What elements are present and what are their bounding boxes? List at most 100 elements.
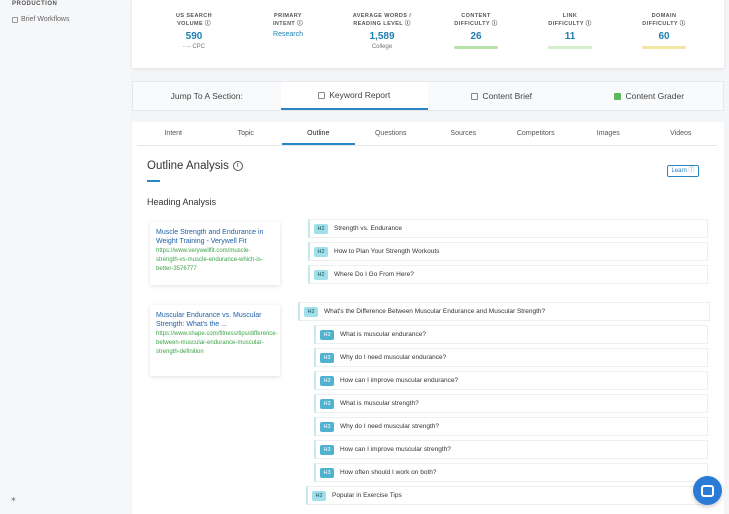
stat-domain-difficulty: DOMAIN DIFFICULTY ⓘ 60 [619, 12, 709, 49]
stat-label: DIFFICULTY ⓘ [642, 21, 686, 27]
heading-text: How can I improve muscular endurance? [340, 377, 459, 384]
tab-label: Keyword Report [329, 90, 391, 100]
stat-label: AVERAGE WORDS / [352, 13, 412, 19]
page-title: Outline Analysis i [147, 160, 243, 172]
heading-text: What's the Difference Between Muscular E… [324, 308, 546, 315]
pencil-icon [471, 92, 479, 100]
source-card[interactable]: Muscle Strength and Endurance in Weight … [150, 222, 280, 285]
title-underline [147, 180, 160, 182]
stat-label: CONTENT [461, 13, 491, 19]
chat-icon [701, 484, 714, 497]
stat-average-words: AVERAGE WORDS / READING LEVEL ⓘ 1,589 Co… [337, 12, 427, 50]
heading-level-badge: H2 [314, 246, 328, 257]
learn-button[interactable]: Learn ⓘ [667, 165, 699, 177]
heading-row: H2 How to Plan Your Strength Workouts [308, 242, 708, 261]
info-icon: ⓘ [585, 21, 592, 27]
heading-row: H3 What is muscular endurance? [314, 325, 708, 344]
source-card[interactable]: Muscular Endurance vs. Muscular Strength… [150, 305, 280, 376]
stat-content-difficulty: CONTENT DIFFICULTY ⓘ 26 [431, 12, 521, 49]
heading-text: Strength vs. Endurance [334, 225, 402, 232]
source-url[interactable]: https://www.shape.com/fitness/tips/diffe… [156, 330, 278, 357]
heading-level-badge: H3 [320, 375, 334, 386]
tab-keyword-report[interactable]: Keyword Report [280, 82, 428, 110]
stat-label: DIFFICULTY ⓘ [548, 21, 592, 27]
stat-value: 1,589 [369, 31, 395, 42]
difficulty-bar [548, 46, 592, 49]
heading-row: H2 What's the Difference Between Muscula… [298, 302, 710, 321]
heading-row: H3 How often should I work on both? [314, 463, 708, 482]
heading-level-badge: H2 [312, 490, 326, 501]
title-text: Outline Analysis [147, 160, 229, 172]
heading-row: H2 Where Do I Go From Here? [308, 265, 708, 284]
tab-sources[interactable]: Sources [427, 124, 500, 145]
tab-content-grader[interactable]: Content Grader [576, 82, 724, 110]
heading-level-badge: H2 [304, 306, 318, 317]
jump-to-section-bar: Jump To A Section: Keyword Report Conten… [132, 81, 724, 111]
stat-label: PRIMARY [274, 13, 302, 19]
tab-images[interactable]: Images [572, 124, 645, 145]
info-icon: ⓘ [204, 21, 211, 27]
source-title[interactable]: Muscle Strength and Endurance in Weight … [156, 228, 274, 246]
heading-text: Why do I need muscular strength? [340, 423, 439, 430]
heading-row: H3 What is muscular strength? [314, 394, 708, 413]
stat-primary-intent: PRIMARY INTENT ⓘ Research [243, 12, 333, 38]
heading-text: Why do I need muscular endurance? [340, 354, 447, 361]
stat-value[interactable]: Research [243, 31, 333, 38]
stat-label: DOMAIN [651, 13, 677, 19]
outline-panel: Intent Topic Outline Questions Sources C… [132, 122, 724, 514]
sidebar: PRODUCTION Brief Workflows ✶ [0, 0, 130, 514]
gear-icon[interactable]: ✶ [10, 495, 17, 504]
jump-label: Jump To A Section: [170, 91, 243, 101]
heading-text: How to Plan Your Strength Workouts [334, 248, 440, 255]
stat-label: VOLUME ⓘ [177, 21, 211, 27]
check-icon [614, 92, 622, 100]
tab-competitors[interactable]: Competitors [500, 124, 573, 145]
info-icon: ⓘ [491, 21, 498, 27]
chat-support-button[interactable] [693, 476, 722, 505]
heading-text: How can I improve muscular strength? [340, 446, 451, 453]
keyword-stats: US SEARCH VOLUME ⓘ 590 - -- CPC PRIMARY … [132, 0, 724, 68]
sidebar-section-title: PRODUCTION [12, 1, 58, 7]
heading-text: Popular in Exercise Tips [332, 492, 402, 499]
report-icon [318, 91, 326, 99]
heading-level-badge: H3 [320, 421, 334, 432]
stat-link-difficulty: LINK DIFFICULTY ⓘ 11 [525, 12, 615, 49]
stat-sub: College [371, 44, 393, 50]
heading-text: What is muscular endurance? [340, 331, 426, 338]
heading-level-badge: H2 [314, 223, 328, 234]
tab-intent[interactable]: Intent [137, 124, 210, 145]
tab-topic[interactable]: Topic [210, 124, 283, 145]
heading-row: H3 Why do I need muscular strength? [314, 417, 708, 436]
heading-level-badge: H3 [320, 329, 334, 340]
stat-label: LINK [562, 13, 578, 19]
tab-questions[interactable]: Questions [355, 124, 428, 145]
source-url[interactable]: https://www.verywellfit.com/muscle-stren… [156, 247, 274, 274]
heading-text: How often should I work on both? [340, 469, 437, 476]
heading-row: H3 How can I improve muscular strength? [314, 440, 708, 459]
source-title[interactable]: Muscular Endurance vs. Muscular Strength… [156, 311, 274, 329]
tab-videos[interactable]: Videos [645, 124, 718, 145]
info-icon: ⓘ [404, 21, 411, 27]
tab-content-brief[interactable]: Content Brief [428, 82, 576, 110]
sidebar-item-label: Brief Workflows [21, 16, 70, 23]
stat-label: DIFFICULTY ⓘ [454, 21, 498, 27]
stat-sub: - -- CPC [183, 44, 205, 50]
tab-label: Content Brief [482, 91, 533, 101]
heading-level-badge: H3 [320, 352, 334, 363]
heading-row: H3 Why do I need muscular endurance? [314, 348, 708, 367]
stat-value: 11 [564, 31, 576, 42]
report-tabs: Intent Topic Outline Questions Sources C… [137, 124, 717, 146]
heading-text: Where Do I Go From Here? [334, 271, 414, 278]
tab-outline[interactable]: Outline [282, 124, 355, 145]
info-icon[interactable]: i [232, 161, 243, 171]
sidebar-item-brief-workflows[interactable]: Brief Workflows [12, 16, 70, 23]
workflow-icon [12, 16, 18, 23]
difficulty-bar [454, 46, 498, 49]
heading-row: H3 How can I improve muscular endurance? [314, 371, 708, 390]
heading-analysis-title: Heading Analysis [147, 197, 217, 207]
heading-level-badge: H3 [320, 398, 334, 409]
stat-value: 60 [658, 31, 670, 42]
heading-row: H2 Popular in Exercise Tips [306, 486, 708, 505]
stat-label: INTENT ⓘ [272, 21, 304, 27]
stat-search-volume: US SEARCH VOLUME ⓘ 590 - -- CPC [149, 12, 239, 50]
